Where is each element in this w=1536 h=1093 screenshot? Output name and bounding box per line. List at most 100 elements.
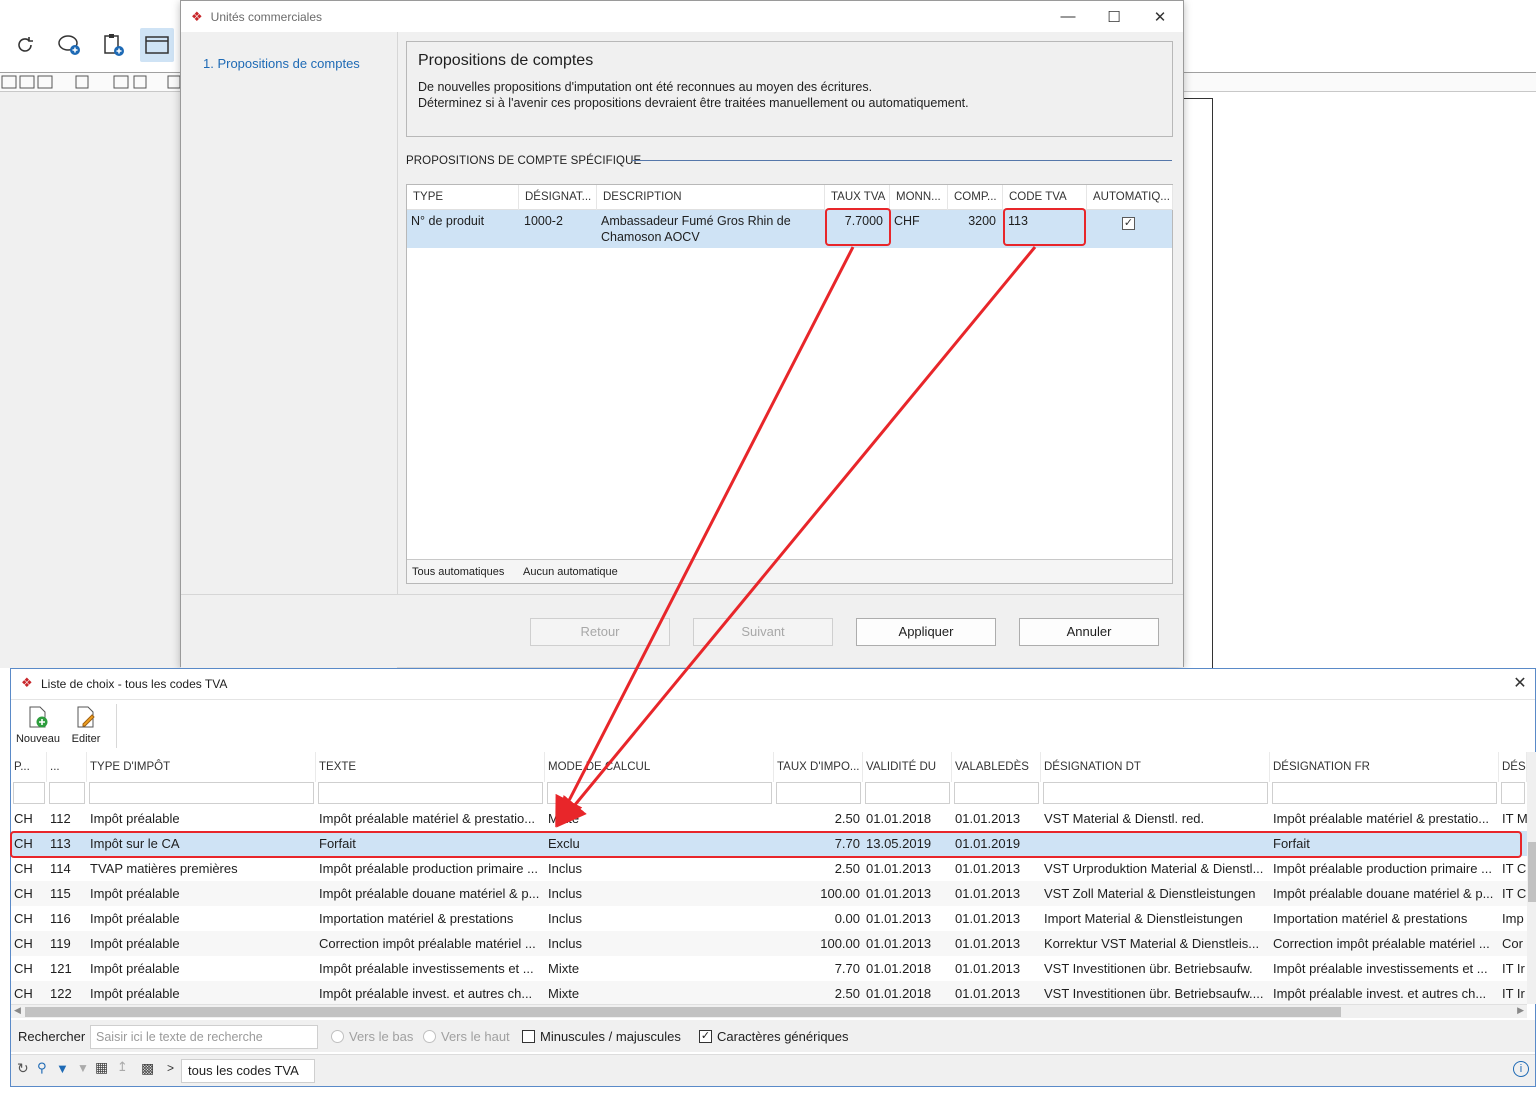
column-header-des[interactable]: DÉS — [1499, 752, 1527, 782]
background-document — [1183, 98, 1213, 668]
filter-input-type-impot[interactable] — [89, 782, 314, 804]
description-line: Ambassadeur Fumé Gros Rhin de — [601, 214, 791, 228]
close-button[interactable]: ✕ — [1137, 1, 1183, 32]
cell-validite-du: 01.01.2013 — [866, 936, 932, 951]
info-line: De nouvelles propositions d'imputation o… — [418, 80, 873, 94]
table-row[interactable]: CH 112 Impôt préalable Impôt préalable maté… — [11, 806, 1527, 831]
cell-texte: Impôt préalable production primaire ... — [319, 861, 538, 876]
cell-num: 119 — [50, 936, 71, 951]
columns-icon[interactable]: ▦ — [95, 1059, 108, 1076]
refresh-icon[interactable]: ↻ — [17, 1060, 29, 1077]
all-automatic-link[interactable]: Tous automatiques — [412, 560, 504, 584]
table-row[interactable]: CH 115 Impôt préalable Impôt préalable doua… — [11, 881, 1527, 906]
wizard-content: Propositions de comptes De nouvelles pro… — [398, 32, 1183, 594]
column-header-designation-dt[interactable]: DÉSIGNATION DT — [1041, 752, 1270, 782]
clipboard-add-icon[interactable] — [96, 28, 130, 62]
filter-input-des[interactable] — [1501, 782, 1525, 804]
filter-icon[interactable]: ▼ — [56, 1061, 69, 1076]
scroll-left-icon[interactable]: ◀ — [14, 1005, 21, 1016]
column-header-type-impot[interactable]: TYPE D'IMPÔT — [87, 752, 316, 782]
search-up-radio[interactable] — [423, 1030, 436, 1043]
search-down-radio[interactable] — [331, 1030, 344, 1043]
comment-add-icon[interactable] — [52, 28, 86, 62]
tva-codes-grid: P...... TYPE D'IMPÔT TEXTE MODE DE CALCUL TA… — [11, 752, 1527, 1004]
automatique-checkbox[interactable]: ✓ — [1122, 217, 1135, 230]
column-header-monnaie[interactable]: MONN... — [890, 185, 948, 210]
column-header-taux-tva[interactable]: TAUX TVA — [825, 185, 890, 210]
column-header-description[interactable]: DESCRIPTION — [597, 185, 825, 210]
cell-texte: Importation matériel & prestations — [319, 911, 514, 926]
step-propositions-de-comptes[interactable]: 1. Propositions de comptes — [203, 56, 360, 71]
back-button[interactable]: Retour — [530, 618, 670, 646]
refresh-icon[interactable] — [8, 28, 42, 62]
horizontal-scrollbar[interactable]: ◀ ▶ — [11, 1004, 1527, 1018]
apply-button[interactable]: Appliquer — [856, 618, 996, 646]
column-header-num[interactable]: ... — [47, 752, 87, 782]
scrollbar-thumb[interactable] — [1528, 842, 1536, 902]
column-header-texte[interactable]: TEXTE — [316, 752, 545, 782]
cell-designation-fr: Impôt préalable invest. et autres ch... — [1273, 986, 1487, 1001]
filter-input-designation-dt[interactable] — [1043, 782, 1268, 804]
cell-texte: Impôt préalable invest. et autres ch... — [319, 986, 533, 1001]
toolbar-separator — [116, 704, 117, 748]
filter-input-validite-du[interactable] — [865, 782, 950, 804]
table-row[interactable]: CH 122 Impôt préalable Impôt préalable inve… — [11, 981, 1527, 1004]
window-icon[interactable] — [140, 28, 174, 62]
table-row[interactable]: CH 114 TVAP matières premières Impôt préala… — [11, 856, 1527, 881]
column-header-mode-calcul[interactable]: MODE DE CALCUL — [545, 752, 774, 782]
maximize-button[interactable]: ☐ — [1091, 1, 1137, 32]
new-button[interactable]: Nouveau — [15, 704, 61, 745]
cell-taux-impot: 7.70 — [834, 961, 860, 976]
cancel-button[interactable]: Annuler — [1019, 618, 1159, 646]
vertical-scrollbar[interactable] — [1527, 752, 1536, 1004]
none-automatic-link[interactable]: Aucun automatique — [523, 560, 618, 584]
cell-valable-des: 01.01.2013 — [955, 936, 1021, 951]
clear-filter-icon[interactable]: ▼ — [77, 1061, 89, 1075]
column-header-p[interactable]: P... — [11, 752, 47, 782]
column-header-designation[interactable]: DÉSIGNAT... — [519, 185, 597, 210]
cell-type: N° de produit — [411, 214, 485, 228]
cell-valable-des: 01.01.2013 — [955, 886, 1021, 901]
filter-input-valable-des[interactable] — [954, 782, 1039, 804]
table-row[interactable]: CH 119 Impôt préalable Correction impôt pré… — [11, 931, 1527, 956]
cell-validite-du: 01.01.2018 — [866, 986, 932, 1001]
cell-num: 122 — [50, 986, 72, 1001]
minimize-button[interactable]: — — [1045, 1, 1091, 32]
wildcards-checkbox[interactable]: ✓ — [699, 1030, 712, 1043]
column-header-compte[interactable]: COMP... — [948, 185, 1003, 210]
filter-input-mode-calcul[interactable] — [547, 782, 772, 804]
filter-input-texte[interactable] — [318, 782, 543, 804]
filter-input-taux-impot[interactable] — [776, 782, 861, 804]
filter-input-designation-fr[interactable] — [1272, 782, 1497, 804]
column-header-designation-fr[interactable]: DÉSIGNATION FR — [1270, 752, 1499, 782]
edit-document-icon — [77, 706, 95, 728]
case-sensitive-checkbox[interactable] — [522, 1030, 535, 1043]
cell-p: CH — [14, 886, 33, 901]
next-button[interactable]: Suivant — [693, 618, 833, 646]
view-icon[interactable]: ▩ — [141, 1060, 154, 1077]
column-header-taux-impot[interactable]: TAUX D'IMPO... — [774, 752, 863, 782]
search-input[interactable]: Saisir ici le texte de recherche — [90, 1025, 318, 1049]
close-icon[interactable]: ✕ — [1509, 673, 1531, 695]
edit-button[interactable]: Editer — [63, 704, 109, 745]
scrollbar-thumb[interactable] — [25, 1007, 1341, 1017]
filter-input-num[interactable] — [49, 782, 85, 804]
column-header-code-tva[interactable]: CODE TVA — [1003, 185, 1087, 210]
cell-des: Imp — [1502, 911, 1524, 926]
info-icon[interactable]: i — [1513, 1061, 1529, 1077]
new-label: Nouveau — [15, 733, 61, 745]
search-down-label: Vers le bas — [349, 1029, 414, 1044]
table-row[interactable]: CH 116 Impôt préalable Importation matériel… — [11, 906, 1527, 931]
search-icon[interactable]: ⚲ — [37, 1060, 47, 1076]
column-header-type[interactable]: TYPE — [407, 185, 519, 210]
cell-p: CH — [14, 911, 33, 926]
column-header-validite-du[interactable]: VALIDITÉ DU — [863, 752, 952, 782]
filter-input-p[interactable] — [13, 782, 45, 804]
export-icon[interactable]: ↥ — [117, 1059, 128, 1075]
column-header-automatique[interactable]: AUTOMATIQ... — [1087, 185, 1173, 210]
breadcrumb[interactable]: tous les codes TVA — [181, 1059, 315, 1083]
column-header-valable-des[interactable]: VALABLEDÈS — [952, 752, 1041, 782]
cell-p: CH — [14, 936, 33, 951]
scroll-right-icon[interactable]: ▶ — [1517, 1005, 1524, 1016]
table-row[interactable]: CH 121 Impôt préalable Impôt préalable inve… — [11, 956, 1527, 981]
